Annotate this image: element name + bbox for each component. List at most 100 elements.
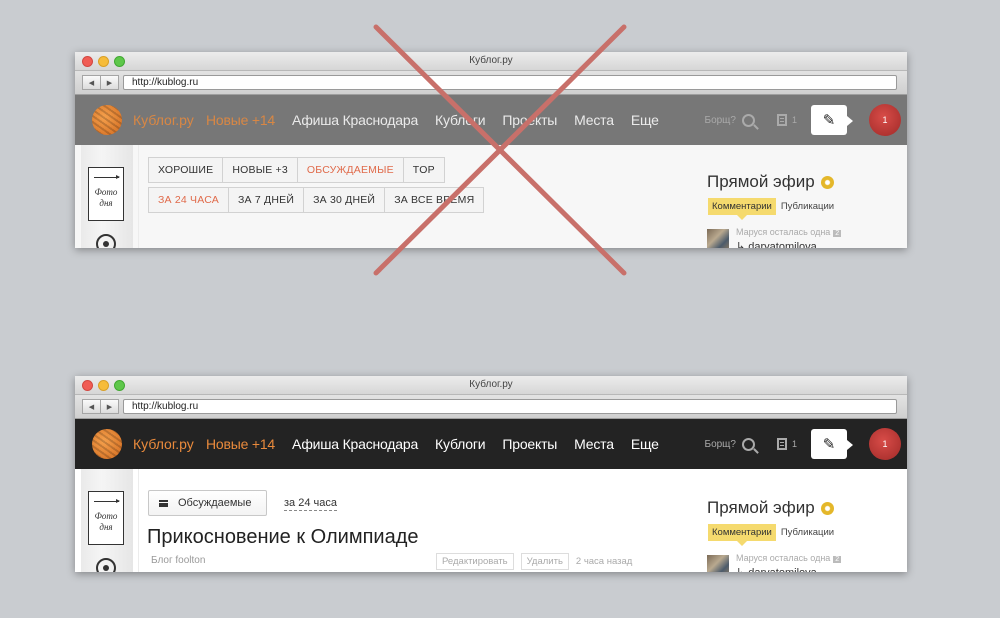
user-avatar[interactable]: 1 [869, 428, 901, 460]
browser-window-old: Кублог.ру ◀ ▶ http://kublog.ru Кублог.ру… [75, 52, 907, 248]
live-tabs: Комментарии Публикации [708, 524, 834, 546]
commenter-avatar[interactable] [707, 555, 729, 572]
live-feed: Прямой эфир Комментарии Публикации Марус… [707, 469, 897, 572]
site-brand[interactable]: Кублог.ру [133, 112, 194, 128]
comment-summary: Маруся осталась одна 2 [736, 227, 842, 237]
notification-count: 1 [882, 115, 888, 125]
delete-button[interactable]: Удалить [520, 553, 569, 570]
pencil-icon: ✎ [822, 436, 836, 453]
user-avatar[interactable]: 1 [869, 104, 901, 136]
search-hint[interactable]: Борщ? [705, 439, 736, 450]
tab-comments[interactable]: Комментарии [708, 524, 776, 546]
tab-comments[interactable]: Комментарии [708, 198, 776, 220]
post-filters: ХОРОШИЕ НОВЫЕ +3 ОБСУЖДАЕМЫЕ TOP ЗА 24 Ч… [148, 157, 485, 217]
eye-icon[interactable] [96, 558, 116, 572]
nav-item-projects[interactable]: Проекты [502, 112, 557, 128]
window-titlebar: Кублог.ру [75, 376, 907, 395]
nav-item-afisha[interactable]: Афиша Краснодара [292, 112, 418, 128]
live-tabs: Комментарии Публикации [708, 198, 834, 220]
document-icon[interactable] [776, 114, 787, 126]
nav-item-afisha[interactable]: Афиша Краснодара [292, 436, 418, 452]
nav-item-new[interactable]: Новые +14 [206, 436, 275, 452]
refresh-icon[interactable] [820, 501, 834, 515]
search-icon[interactable] [741, 437, 755, 451]
notification-count: 1 [882, 439, 888, 449]
comment-count: 2 [833, 556, 842, 563]
document-icon[interactable] [776, 438, 787, 450]
search-hint[interactable]: Борщ? [705, 115, 736, 126]
filter-discussed[interactable]: ОБСУЖДАЕМЫЕ [296, 157, 404, 183]
page-content: Фото дня Обсуждаемые за 24 часа Прикоснов… [75, 469, 907, 572]
menu-icon [159, 499, 168, 507]
filter-24h[interactable]: ЗА 24 ЧАСА [148, 187, 229, 213]
forward-arrow-icon[interactable]: ▶ [101, 75, 119, 90]
nav-item-places[interactable]: Места [574, 112, 614, 128]
nav-item-kublogi[interactable]: Кублоги [435, 436, 486, 452]
address-bar[interactable]: http://kublog.ru [123, 75, 897, 90]
arrow-right-icon [94, 499, 120, 503]
tab-posts[interactable]: Публикации [781, 527, 834, 538]
back-arrow-icon[interactable]: ◀ [82, 75, 101, 90]
site-header: Кублог.ру Новые +14 Афиша Краснодара Куб… [75, 95, 907, 145]
live-feed: Прямой эфир Комментарии Публикации Марус… [707, 145, 897, 248]
yarn-ball-logo-icon[interactable] [92, 429, 122, 459]
post-time: 2 часа назад [575, 556, 633, 567]
comment-user[interactable]: ↳ daryatomilova [736, 566, 817, 572]
period-selector[interactable]: за 24 часа [284, 497, 337, 511]
comment-text[interactable]: Маруся осталась одна [736, 553, 830, 563]
main-nav: Новые +14 Афиша Краснодара Кублоги Проек… [206, 112, 659, 128]
commenter-avatar[interactable] [707, 229, 729, 248]
filter-7d[interactable]: ЗА 7 ДНЕЙ [228, 187, 305, 213]
left-sidebar: Фото дня [81, 145, 133, 248]
post-actions: Редактировать Удалить 2 часа назад [436, 553, 632, 570]
back-arrow-icon[interactable]: ◀ [82, 399, 101, 414]
comment-count: 2 [833, 230, 842, 237]
photo-of-day-button[interactable]: Фото дня [88, 167, 124, 221]
window-title: Кублог.ру [469, 55, 513, 66]
comment-text[interactable]: Маруся осталась одна [736, 227, 830, 237]
left-sidebar: Фото дня [81, 469, 133, 572]
nav-item-more[interactable]: Еще [631, 112, 659, 128]
site-header: Кублог.ру Новые +14 Афиша Краснодара Куб… [75, 419, 907, 469]
photo-of-day-label: Фото [94, 511, 118, 521]
comment-user[interactable]: ↳ daryatomilova [736, 240, 817, 248]
page-content: Фото дня ХОРОШИЕ НОВЫЕ +3 ОБСУЖДАЕМЫЕ TOP… [75, 145, 907, 248]
photo-of-day-button[interactable]: Фото дня [88, 491, 124, 545]
photo-of-day-label: Фото [94, 187, 118, 197]
nav-item-kublogi[interactable]: Кублоги [435, 112, 486, 128]
nav-item-places[interactable]: Места [574, 436, 614, 452]
filter-good[interactable]: ХОРОШИЕ [148, 157, 224, 183]
filter-30d[interactable]: ЗА 30 ДНЕЙ [303, 187, 386, 213]
post-title[interactable]: Прикосновение к Олимпиаде [147, 526, 419, 549]
eye-icon[interactable] [96, 234, 116, 248]
arrow-right-icon [94, 175, 120, 179]
filter-new[interactable]: НОВЫЕ +3 [222, 157, 298, 183]
sort-label: Обсуждаемые [178, 497, 252, 509]
filter-all-time[interactable]: ЗА ВСЕ ВРЕМЯ [384, 187, 485, 213]
nav-item-new[interactable]: Новые +14 [206, 112, 275, 128]
live-title-row: Прямой эфир [707, 498, 834, 518]
sort-dropdown-button[interactable]: Обсуждаемые [148, 490, 267, 516]
site-brand[interactable]: Кублог.ру [133, 436, 194, 452]
content-divider [138, 145, 139, 248]
search-icon[interactable] [741, 113, 755, 127]
live-title: Прямой эфир [707, 172, 815, 191]
tab-posts[interactable]: Публикации [781, 201, 834, 212]
refresh-icon[interactable] [820, 175, 834, 189]
post-blog[interactable]: Блог foolton [151, 555, 205, 566]
write-post-button[interactable]: ✎ [811, 105, 853, 135]
address-bar[interactable]: http://kublog.ru [123, 399, 897, 414]
nav-item-more[interactable]: Еще [631, 436, 659, 452]
forward-arrow-icon[interactable]: ▶ [101, 399, 119, 414]
pencil-icon: ✎ [822, 112, 836, 129]
yarn-ball-logo-icon[interactable] [92, 105, 122, 135]
write-post-button[interactable]: ✎ [811, 429, 853, 459]
photo-of-day-label-2: дня [99, 198, 113, 208]
posts-count: 1 [791, 115, 797, 125]
main-nav: Новые +14 Афиша Краснодара Кублоги Проек… [206, 436, 659, 452]
nav-item-projects[interactable]: Проекты [502, 436, 557, 452]
photo-of-day-label-2: дня [99, 522, 113, 532]
filter-top[interactable]: TOP [402, 157, 445, 183]
posts-count: 1 [791, 439, 797, 449]
edit-button[interactable]: Редактировать [436, 553, 514, 570]
